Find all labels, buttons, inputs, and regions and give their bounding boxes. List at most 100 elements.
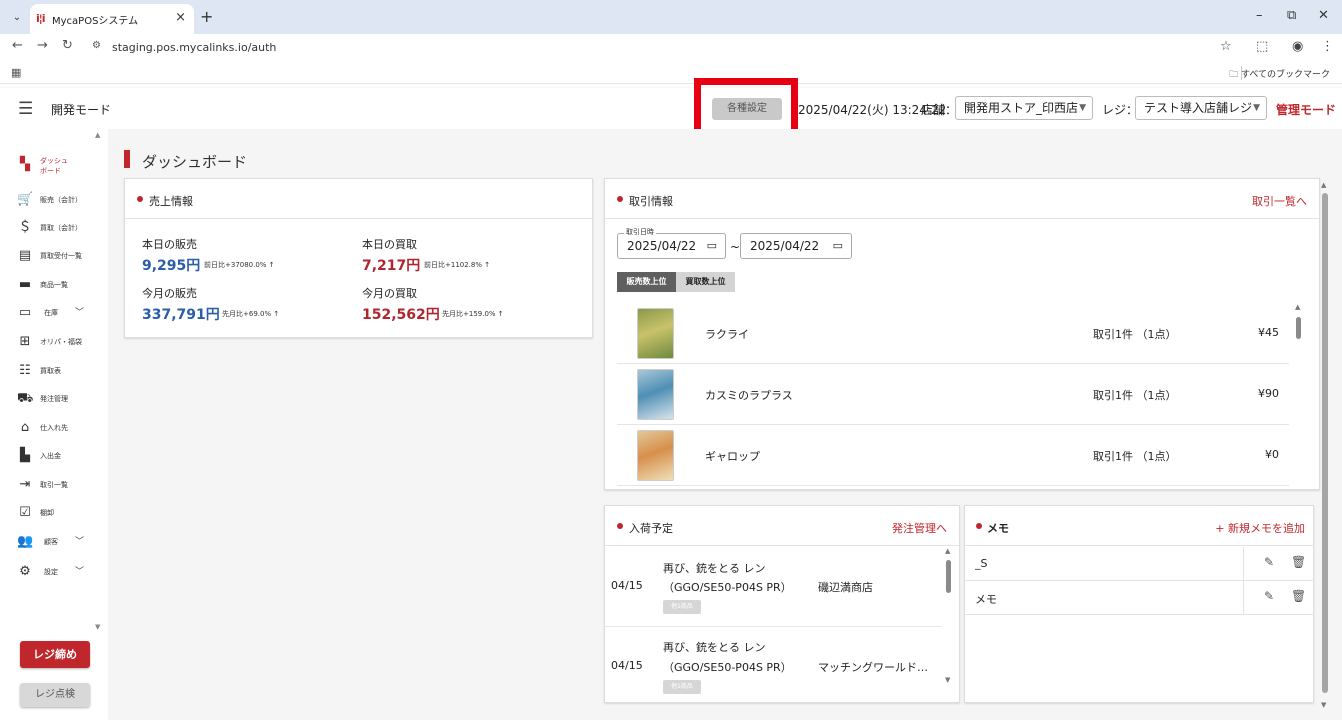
extensions-icon[interactable]: ⬚ [1256,39,1268,54]
edit-icon[interactable]: ✎ [1264,589,1274,603]
list-item[interactable]: 再び、銃をとる レン 04/15 （GGO/SE50-P04S PR） 磯辺満商… [605,547,941,627]
apps-grid-icon[interactable]: ▦ [11,66,21,79]
scroll-up-arrow-icon[interactable]: ▲ [1295,303,1300,311]
tab-search-chevron-icon[interactable]: ⌄ [8,9,26,27]
scroll-up-arrow-icon[interactable]: ▲ [1321,181,1326,189]
back-icon[interactable]: ← [12,38,23,53]
sidebar-item-label: 商品一覧 [40,281,68,289]
month-sales-value: 337,791円 [142,307,220,323]
all-bookmarks-folder[interactable]: 🗀 すべてのブックマーク [1229,67,1330,83]
bullet-dot [137,196,143,202]
scrollbar-thumb[interactable] [946,560,951,593]
profile-icon[interactable]: ◉ [1292,39,1303,54]
edit-icon[interactable]: ✎ [1264,555,1274,569]
transactions-list-link[interactable]: 取引一覧へ [1252,193,1307,209]
tab-buy-top[interactable]: 買取数上位 [676,272,735,292]
arrival-date: 04/15 [611,659,643,672]
mycapos-favicon-icon: i¦i [36,12,46,25]
scrollbar-thumb[interactable] [1322,193,1328,693]
calendar-icon[interactable]: ▭ [707,234,717,258]
sidebar-item-customers[interactable]: 👥 顧客 ﹀ [17,534,97,556]
sidebar-item-purchase[interactable]: ＄ 買取（会計） [17,220,97,242]
bullet-dot [976,523,982,529]
transaction-count: 取引1件 （1点） [1093,450,1177,463]
delete-icon[interactable]: 🗑 [1291,555,1306,569]
table-row[interactable]: ラクライ 取引1件 （1点） ¥45 [617,303,1289,364]
forward-icon[interactable]: → [37,38,48,53]
sidebar-item-orders[interactable]: ⛟ 発注管理 [17,391,97,413]
sidebar-item-oripa[interactable]: ⊞ オリパ・福袋 [17,334,97,356]
bookmark-star-icon[interactable]: ☆ [1220,39,1232,54]
app-header: ☰ 開発モード 各種設定 2025/04/22(火) 13:24:22 店舗： … [0,78,1342,141]
scroll-down-arrow-icon[interactable]: ▼ [1321,701,1326,709]
sidebar-item-label: 発注管理 [40,395,68,403]
list-item[interactable]: メモ ✎ 🗑 [965,581,1313,615]
scroll-down-arrow-icon[interactable]: ▼ [945,676,950,684]
sidebar-item-purchase-table[interactable]: ☷ 買取表 [17,363,97,385]
main-content: ダッシュボード 売上情報 本日の販売 9,295円 前日比+37080.0% ↑… [108,129,1342,720]
card-header: 取引情報 取引一覧へ [605,179,1319,219]
checkbox-icon: ☑ [19,505,31,520]
scroll-down-arrow-icon[interactable]: ▼ [95,623,100,631]
hamburger-menu-icon[interactable]: ☰ [18,99,33,119]
memo-text: メモ [975,593,997,606]
list-item[interactable]: 再び、銃をとる レン 04/15 （GGO/SE50-P04S PR） マッチン… [605,627,941,702]
add-memo-link[interactable]: + 新規メモを追加 [1215,520,1305,536]
inventory-icon: ▭ [18,305,32,320]
browser-menu-icon[interactable]: ⋮ [1321,39,1334,54]
chevron-down-icon: ﹀ [75,567,85,577]
month-buy-label: 今月の買取 [362,287,417,300]
scrollbar-thumb[interactable] [1296,317,1301,339]
store-select[interactable]: 開発用ストア_印西店 ▼ [955,96,1093,120]
arrivals-scrollbar[interactable]: ▲ ▼ [945,547,953,702]
reload-icon[interactable]: ↻ [62,38,73,53]
page-scrollbar[interactable]: ▲ ▼ [1321,181,1329,711]
list-item[interactable]: _S ✎ 🗑 [965,547,1313,581]
table-row[interactable]: カスミのラプラス 取引1件 （1点） ¥90 [617,364,1289,425]
month-sales-compare: 先月比+69.0% ↑ [222,310,280,318]
tab-sales-top[interactable]: 販売数上位 [617,272,676,292]
sidebar-item-sales[interactable]: 🛒 販売（会計） [17,192,97,214]
window-close-icon[interactable]: ✕ [1318,8,1329,23]
delete-icon[interactable]: 🗑 [1291,589,1306,603]
sidebar-item-inventory[interactable]: ▭ 在庫 ﹀ [17,305,97,327]
card-title: 売上情報 [149,195,193,208]
browser-tab-strip: ⌄ i¦i MycaPOSシステム × + – ⧉ ✕ [0,0,1342,34]
bookmarks-bar: ▦ 🗀 すべてのブックマーク [0,62,1342,84]
site-info-icon[interactable]: ⚙ [92,40,101,51]
scroll-up-arrow-icon[interactable]: ▲ [95,131,100,139]
date-range-legend: 取引日時 [624,227,656,237]
sidebar-item-cash[interactable]: ▙ 入出金 [17,448,97,470]
restore-icon[interactable]: ⧉ [1287,8,1296,23]
close-register-button[interactable]: レジ締め [20,641,90,668]
minimize-icon[interactable]: – [1256,8,1263,23]
cash-register-icon: ▙ [20,448,30,463]
chevron-down-icon: ﹀ [75,537,85,547]
sidebar-item-stocktake[interactable]: ☑ 棚卸 [17,505,97,527]
arrival-product-line1: 再び、銃をとる レン [663,641,766,654]
sidebar-item-purchase-reception[interactable]: ▤ 買取受付一覧 [17,248,97,270]
today-buy-label: 本日の買取 [362,238,417,251]
url-field[interactable]: ⚙ staging.pos.mycalinks.io/auth [86,37,1246,59]
arrival-shop: マッチングワールド… [818,661,928,674]
sidebar-item-dashboard[interactable]: ▚ ダッシュボード [17,157,97,179]
order-management-link[interactable]: 発注管理へ [892,520,947,536]
transaction-count: 取引1件 （1点） [1093,389,1177,402]
browser-tab[interactable]: i¦i MycaPOSシステム × [30,4,194,34]
sidebar-item-products[interactable]: ▬ 商品一覧 [17,277,97,299]
transactions-scrollbar[interactable]: ▲ [1295,303,1303,489]
calendar-icon[interactable]: ▭ [833,234,843,258]
scroll-up-arrow-icon[interactable]: ▲ [945,547,950,555]
sidebar-item-label: ダッシュボード [40,157,68,175]
sidebar-item-suppliers[interactable]: ⌂ 仕入れ先 [17,420,97,442]
admin-mode-link[interactable]: 管理モード [1276,101,1336,118]
sidebar-item-transactions[interactable]: ⇥ 取引一覧 [17,477,97,499]
date-to-input[interactable]: 2025/04/22 ▭ [740,233,852,259]
tab-close-icon[interactable]: × [175,10,186,25]
sidebar-item-settings[interactable]: ⚙ 設定 ﹀ [17,564,97,586]
new-tab-icon[interactable]: + [200,7,213,26]
sidebar-item-label: 取引一覧 [40,481,68,489]
register-select[interactable]: テスト導入店舗レジ ▼ [1135,96,1267,120]
table-row[interactable]: ギャロップ 取引1件 （1点） ¥0 [617,425,1289,486]
check-register-button[interactable]: レジ点検 [20,683,90,707]
